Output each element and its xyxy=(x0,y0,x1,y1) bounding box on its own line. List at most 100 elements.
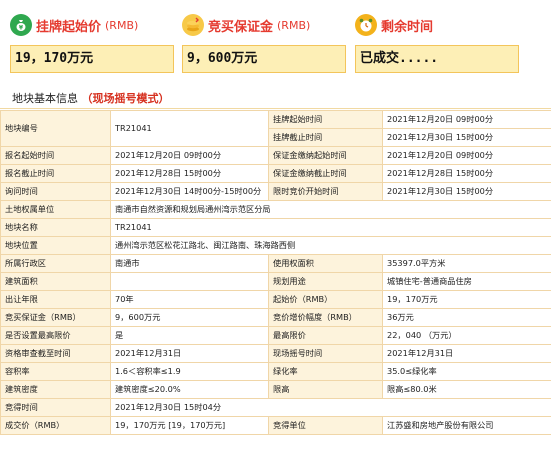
winner-value: 江苏盛和房地产股份有限公司 xyxy=(382,416,551,435)
table-cell-label: 地块名称 xyxy=(0,218,111,237)
table-cell-value: 1.6＜容积率≤1.9 xyxy=(110,362,269,381)
table-cell-label: 所属行政区 xyxy=(0,254,111,273)
parcel-code-value: TR21041 xyxy=(110,110,269,147)
table-cell-label: 地块位置 xyxy=(0,236,111,255)
auction-mode-label: （现场摇号模式） xyxy=(81,92,170,105)
table-cell-value: 19，170万元 xyxy=(382,290,551,309)
table-row: 地块位置 通州湾示范区松花江路北、闽江路南、珠海路西侧 xyxy=(0,236,551,255)
section-divider xyxy=(0,108,551,109)
land-auction-page: ¥ 挂牌起始价 (RMB) 19，170万元 竞买保证金 (RMB) 9，600… xyxy=(0,0,551,458)
table-cell-label: 是否设置最高限价 xyxy=(0,326,111,345)
table-cell-value: 2021年12月28日 15时00分 xyxy=(382,164,551,183)
table-cell-label: 竞价增价幅度（RMB） xyxy=(268,308,383,327)
table-cell-label: 建筑密度 xyxy=(0,380,111,399)
deposit-unit: (RMB) xyxy=(277,18,311,32)
table-row: 建筑密度 建筑密度≤20.0% 限高 限高≤80.0米 xyxy=(0,380,551,399)
table-cell-label: 绿化率 xyxy=(268,362,383,381)
table-cell-value: 南通市自然资源和规划局通州湾示范区分局 xyxy=(110,200,551,219)
table-cell-value: 通州湾示范区松花江路北、闽江路南、珠海路西侧 xyxy=(110,236,551,255)
table-cell-value: 城镇住宅-普通商品住房 xyxy=(382,272,551,291)
table-cell-value: 是 xyxy=(110,326,269,345)
deposit-label: 竞买保证金 xyxy=(208,19,274,35)
table-cell-value: 70年 xyxy=(110,290,269,309)
table-row: 资格审查截至时间 2021年12月31日 现场摇号时间 2021年12月31日 xyxy=(0,344,551,363)
alarm-clock-icon xyxy=(355,14,377,36)
table-cell-value: 2021年12月20日 09时00分 xyxy=(110,146,269,165)
money-bag-icon: ¥ xyxy=(10,14,32,36)
table-cell-label: 土地权属单位 xyxy=(0,200,111,219)
remaining-time-header: 剩余时间 xyxy=(355,8,517,42)
table-row: 竞得时间 2021年12月30日 15时04分 xyxy=(0,398,551,417)
table-cell-label: 最高限价 xyxy=(268,326,383,345)
table-row: 所属行政区 南通市 使用权面积 35397.0平方米 xyxy=(0,254,551,273)
deal-price-value: 19，170万元 [19，170万元] xyxy=(110,416,269,435)
table-cell-label: 限高 xyxy=(268,380,383,399)
table-cell-value xyxy=(110,272,269,291)
table-cell-value: 2021年12月28日 15时00分 xyxy=(110,164,269,183)
table-cell-label: 限时竞价开始时间 xyxy=(268,182,383,201)
remaining-time-label: 剩余时间 xyxy=(381,19,434,35)
table-cell-label: 出让年限 xyxy=(0,290,111,309)
table-cell-label: 规划用途 xyxy=(268,272,383,291)
table-row: 地块名称 TR21041 xyxy=(0,218,551,237)
table-cell-label: 资格审查截至时间 xyxy=(0,344,111,363)
remaining-time-panel: 剩余时间 已成交..... xyxy=(355,8,519,78)
start-price-header: ¥ 挂牌起始价 (RMB) xyxy=(10,8,172,42)
table-row: 询问时间 2021年12月30日 14时00分-15时00分 限时竞价开始时间 … xyxy=(0,182,551,201)
deal-time-label: 竞得时间 xyxy=(0,398,111,417)
table-cell-label: 起始价（RMB） xyxy=(268,290,383,309)
deposit-header: 竞买保证金 (RMB) xyxy=(182,8,344,42)
table-cell-label: 保证金缴纳截止时间 xyxy=(268,164,383,183)
table-row: 建筑面积 规划用途 城镇住宅-普通商品住房 xyxy=(0,272,551,291)
start-price-value: 19，170万元 xyxy=(10,45,174,73)
table-cell-label: 询问时间 xyxy=(0,182,111,201)
table-cell-label: 容积率 xyxy=(0,362,111,381)
start-price-label: 挂牌起始价 xyxy=(36,19,102,35)
table-cell-value: 2021年12月30日 14时00分-15时00分 xyxy=(110,182,269,201)
table-row: 土地权属单位 南通市自然资源和规划局通州湾示范区分局 xyxy=(0,200,551,219)
table-cell-label: 使用权面积 xyxy=(268,254,383,273)
table-cell-value: 建筑密度≤20.0% xyxy=(110,380,269,399)
listing-start-value: 2021年12月20日 09时00分 xyxy=(382,110,551,129)
table-row: 出让年限 70年 起始价（RMB） 19，170万元 xyxy=(0,290,551,309)
listing-start-label: 挂牌起始时间 xyxy=(268,110,383,129)
remaining-time-value: 已成交..... xyxy=(355,45,519,73)
table-cell-label: 报名截止时间 xyxy=(0,164,111,183)
section-title: 地块基本信息 （现场摇号模式） xyxy=(12,90,170,106)
listing-end-value: 2021年12月30日 15时00分 xyxy=(382,128,551,147)
table-cell-label: 现场摇号时间 xyxy=(268,344,383,363)
start-price-panel: ¥ 挂牌起始价 (RMB) 19，170万元 xyxy=(10,8,174,78)
parcel-info-table: 地块编号 TR21041 挂牌起始时间 2021年12月20日 09时00分 挂… xyxy=(0,110,551,435)
deal-time-value: 2021年12月30日 15时04分 xyxy=(110,398,551,417)
table-cell-value: 2021年12月31日 xyxy=(110,344,269,363)
table-cell-value: 南通市 xyxy=(110,254,269,273)
deal-price-label: 成交价（RMB） xyxy=(0,416,111,435)
table-cell-value: 2021年12月31日 xyxy=(382,344,551,363)
table-cell-value: 35.0≤绿化率 xyxy=(382,362,551,381)
table-cell-label: 建筑面积 xyxy=(0,272,111,291)
table-cell-label: 竞买保证金（RMB） xyxy=(0,308,111,327)
coins-stack-icon xyxy=(182,14,204,36)
table-row: 容积率 1.6＜容积率≤1.9 绿化率 35.0≤绿化率 xyxy=(0,362,551,381)
table-cell-label: 保证金缴纳起始时间 xyxy=(268,146,383,165)
table-row: 报名起始时间 2021年12月20日 09时00分 保证金缴纳起始时间 2021… xyxy=(0,146,551,165)
table-cell-value: 22，040 （万元） xyxy=(382,326,551,345)
parcel-code-label: 地块编号 xyxy=(0,110,111,147)
listing-end-label: 挂牌截止时间 xyxy=(268,128,383,147)
section-title-text: 地块基本信息 xyxy=(12,92,78,105)
deposit-panel: 竞买保证金 (RMB) 9，600万元 xyxy=(182,8,346,78)
table-cell-label: 报名起始时间 xyxy=(0,146,111,165)
start-price-unit: (RMB) xyxy=(105,18,139,32)
winner-label: 竞得单位 xyxy=(268,416,383,435)
table-cell-value: 35397.0平方米 xyxy=(382,254,551,273)
table-cell-value: 2021年12月20日 09时00分 xyxy=(382,146,551,165)
table-row: 是否设置最高限价 是 最高限价 22，040 （万元） xyxy=(0,326,551,345)
table-cell-value: TR21041 xyxy=(110,218,551,237)
table-row: 竞买保证金（RMB） 9，600万元 竞价增价幅度（RMB） 36万元 xyxy=(0,308,551,327)
table-cell-value: 2021年12月30日 15时00分 xyxy=(382,182,551,201)
table-row: 地块编号 TR21041 挂牌起始时间 2021年12月20日 09时00分 xyxy=(0,110,551,147)
deposit-value: 9，600万元 xyxy=(182,45,346,73)
table-cell-value: 9，600万元 xyxy=(110,308,269,327)
table-row: 报名截止时间 2021年12月28日 15时00分 保证金缴纳截止时间 2021… xyxy=(0,164,551,183)
table-row: 成交价（RMB） 19，170万元 [19，170万元] 竞得单位 江苏盛和房地… xyxy=(0,416,551,435)
